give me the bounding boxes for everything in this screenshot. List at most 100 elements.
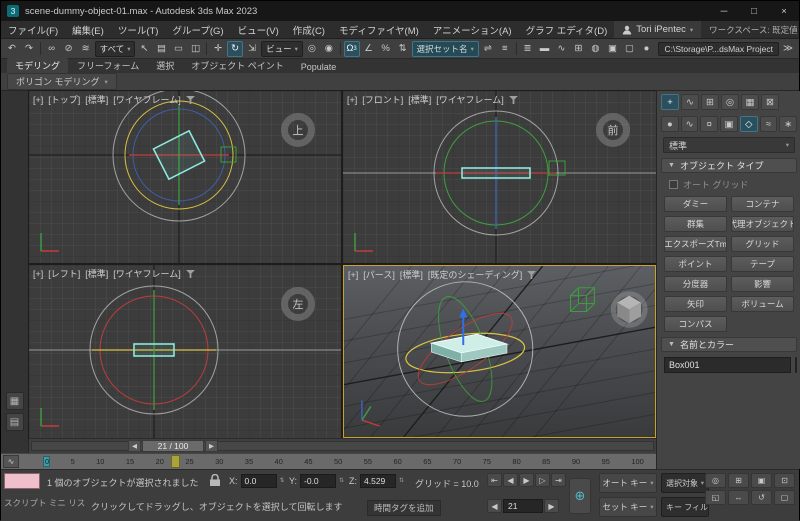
frame-forward-button[interactable]: ▶	[544, 499, 559, 513]
ribbon-tab-freeform[interactable]: フリーフォーム	[69, 58, 147, 73]
maximize-viewport-toggle-icon[interactable]: ▢	[774, 490, 795, 505]
lights-category-icon[interactable]: ¤	[700, 116, 719, 132]
set-key-button[interactable]: セット キー ▾	[599, 497, 657, 517]
selected-object[interactable]	[152, 129, 206, 181]
schematic-view-icon[interactable]: ⊞	[570, 41, 586, 57]
viewcube-left[interactable]: 左	[281, 287, 315, 321]
y-value-field[interactable]: -0.0	[300, 474, 337, 488]
track-bar[interactable]: ∿ 0 5 10 15 20 25 30 35 40 45 50 55 60 6…	[1, 453, 656, 469]
reference-coordinate-dropdown[interactable]: ビュー ▾	[261, 40, 303, 57]
bind-to-space-warp-icon[interactable]: ≋	[78, 41, 94, 57]
viewcube-front[interactable]: 前	[596, 113, 630, 147]
create-panel-icon[interactable]: +	[661, 94, 679, 110]
window-crossing-icon[interactable]: ◫	[187, 41, 203, 57]
render-icon[interactable]: ●	[638, 41, 654, 57]
viewport-left[interactable]: [+] [レフト] [標準] [ワイヤフレーム] 左	[28, 264, 342, 439]
go-to-start-button[interactable]: ⇤	[487, 473, 502, 487]
next-frame-arrow[interactable]: ▶	[205, 440, 218, 452]
workspace-selector[interactable]: ワークスペース: 既定値 ▾	[701, 24, 800, 36]
ribbon-tab-selection[interactable]: 選択	[148, 58, 182, 73]
helper-category-dropdown[interactable]: 標準 ▾	[663, 137, 795, 153]
select-and-rotate-icon[interactable]: ↻	[227, 40, 244, 57]
point-button[interactable]: ポイント	[664, 256, 727, 272]
add-time-tag[interactable]: 時間タグを追加	[367, 500, 441, 516]
render-setup-icon[interactable]: ▣	[604, 41, 620, 57]
viewport-menu-pov[interactable]: [パース]	[363, 268, 395, 281]
motion-panel-icon[interactable]: ◎	[721, 94, 739, 110]
selection-filter-dropdown[interactable]: すべて ▾	[94, 40, 136, 57]
viewport-menu-shading[interactable]: [ワイヤフレーム]	[113, 267, 180, 280]
mirror-icon[interactable]: ⇌	[480, 41, 496, 57]
object-type-rollout[interactable]: ▼ オブジェクト タイプ	[661, 158, 797, 173]
viewport-menu-shading[interactable]: [既定のシェーディング]	[428, 268, 522, 281]
current-frame-field[interactable]: 21	[503, 499, 543, 513]
dummy-button[interactable]: ダミー	[664, 196, 727, 212]
redo-icon[interactable]: ↷	[21, 41, 37, 57]
viewport-menu-standard[interactable]: [標準]	[400, 268, 423, 281]
menu-views[interactable]: ビュー(V)	[231, 21, 286, 38]
viewport-menu-pov[interactable]: [レフト]	[48, 267, 80, 280]
set-keys-button[interactable]: ⊕	[569, 478, 591, 514]
select-object-icon[interactable]: ↖	[136, 41, 152, 57]
menu-animation[interactable]: アニメーション(A)	[426, 21, 519, 38]
time-slider[interactable]: ◀ 21 / 100 ▶	[29, 438, 656, 453]
menu-edit[interactable]: 編集(E)	[65, 21, 111, 38]
viewport-menu-shading[interactable]: [ワイヤフレーム]	[436, 93, 503, 106]
previous-frame-button[interactable]: ◀	[503, 473, 518, 487]
menu-file[interactable]: ファイル(F)	[1, 21, 65, 38]
menu-group[interactable]: グループ(G)	[165, 21, 230, 38]
dummy-helper[interactable]	[570, 287, 595, 312]
select-and-move-icon[interactable]: ✛	[210, 41, 226, 57]
spinner-icon[interactable]: ⇅	[280, 478, 285, 484]
modify-panel-icon[interactable]: ∿	[681, 94, 699, 110]
viewport-top[interactable]: [+] [トップ] [標準] [ワイヤフレーム] 上	[28, 90, 342, 264]
viewport-menu-pov[interactable]: [フロント]	[362, 93, 403, 106]
viewport-menu-general[interactable]: [+]	[33, 95, 43, 105]
material-editor-icon[interactable]: ◍	[587, 41, 603, 57]
selection-region-icon[interactable]: ▭	[170, 41, 186, 57]
select-and-manipulate-icon[interactable]: ◉	[321, 41, 337, 57]
select-and-scale-icon[interactable]: ⇲	[244, 41, 260, 57]
orbit-icon[interactable]: ↺	[751, 490, 772, 505]
minimize-button[interactable]: ─	[709, 1, 739, 21]
next-frame-button[interactable]: ▷	[535, 473, 550, 487]
close-button[interactable]: ×	[769, 1, 799, 21]
viewport-filter-icon[interactable]	[527, 270, 537, 279]
project-folder-field[interactable]: C:\Storage\P...dsMax Project	[658, 41, 779, 56]
viewport-menu-standard[interactable]: [標準]	[85, 267, 108, 280]
container-button[interactable]: コンテナ	[731, 196, 794, 212]
cameras-category-icon[interactable]: ▣	[720, 116, 738, 132]
undo-icon[interactable]: ↶	[4, 41, 20, 57]
x-value-field[interactable]: 0.0	[240, 474, 277, 488]
viewcube-perspective[interactable]	[610, 291, 648, 328]
time-slider-track[interactable]	[31, 441, 654, 451]
signin-user-button[interactable]: Tori iPentec ▾	[614, 21, 702, 38]
viewport-menu-standard[interactable]: [標準]	[408, 93, 431, 106]
shapes-category-icon[interactable]: ∿	[680, 116, 699, 132]
spinner-icon[interactable]: ⇅	[399, 478, 404, 484]
viewport-front[interactable]: [+] [フロント] [標準] [ワイヤフレーム] 前	[342, 90, 657, 264]
toolbar-overflow-button[interactable]: ≫	[780, 41, 796, 57]
play-button[interactable]: ▶	[519, 473, 534, 487]
viewport-menu-standard[interactable]: [標準]	[85, 93, 108, 106]
go-to-end-button[interactable]: ⇥	[551, 473, 566, 487]
ribbon-tab-modeling[interactable]: モデリング	[7, 58, 69, 73]
selected-object[interactable]	[429, 333, 509, 363]
name-color-rollout[interactable]: ▼ 名前とカラー	[661, 337, 797, 352]
selected-object[interactable]	[133, 343, 175, 357]
viewcube-top[interactable]: 上	[281, 113, 315, 147]
utilities-panel-icon[interactable]: ⊠	[761, 94, 779, 110]
curve-editor-icon[interactable]: ∿	[553, 41, 569, 57]
influence-button[interactable]: 影響	[731, 276, 794, 292]
spinner-snap-icon[interactable]: ⇅	[395, 41, 411, 57]
frame-back-button[interactable]: ◀	[487, 499, 502, 513]
grid-button[interactable]: グリッド	[731, 236, 794, 252]
maxscript-mini-listener[interactable]	[4, 473, 40, 489]
align-icon[interactable]: ≡	[497, 41, 513, 57]
rendered-frame-window-icon[interactable]: ▢	[621, 41, 637, 57]
viewport-menu-general[interactable]: [+]	[33, 269, 43, 279]
named-selection-sets-dropdown[interactable]: 選択セット名 ▾	[411, 40, 479, 57]
unlink-selection-icon[interactable]: ⊘	[61, 41, 77, 57]
menu-modifiers[interactable]: モディファイヤ(M)	[332, 21, 426, 38]
zoom-extents-all-icon[interactable]: ⊡	[774, 473, 795, 488]
